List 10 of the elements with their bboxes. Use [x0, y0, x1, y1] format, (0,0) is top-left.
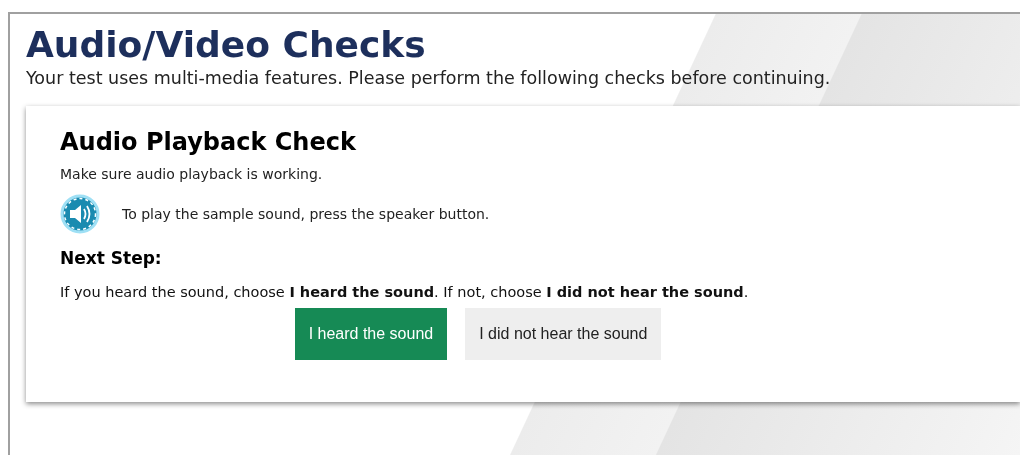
check-description: Make sure audio playback is working. — [60, 166, 324, 182]
answer-button[interactable]: I heard the sound — [294, 308, 448, 360]
next-step-text: If you heard the sound, choose I heard the sound. If not, choose I did not hear the sound. — [60, 284, 750, 300]
page-title: Audio/Video Checks — [26, 24, 427, 66]
answer-button[interactable]: I did not hear the sound — [465, 308, 662, 360]
check-title: Audio Playback Check — [60, 128, 357, 156]
next-step-heading: Next Step: — [60, 248, 163, 268]
page-subtitle: Your test uses multi-media features. Please perform the following checks before continuing. — [26, 68, 832, 88]
instruction-text: To play the sample sound, press the speaker button. — [122, 206, 490, 222]
speaker-button[interactable] — [60, 194, 100, 234]
